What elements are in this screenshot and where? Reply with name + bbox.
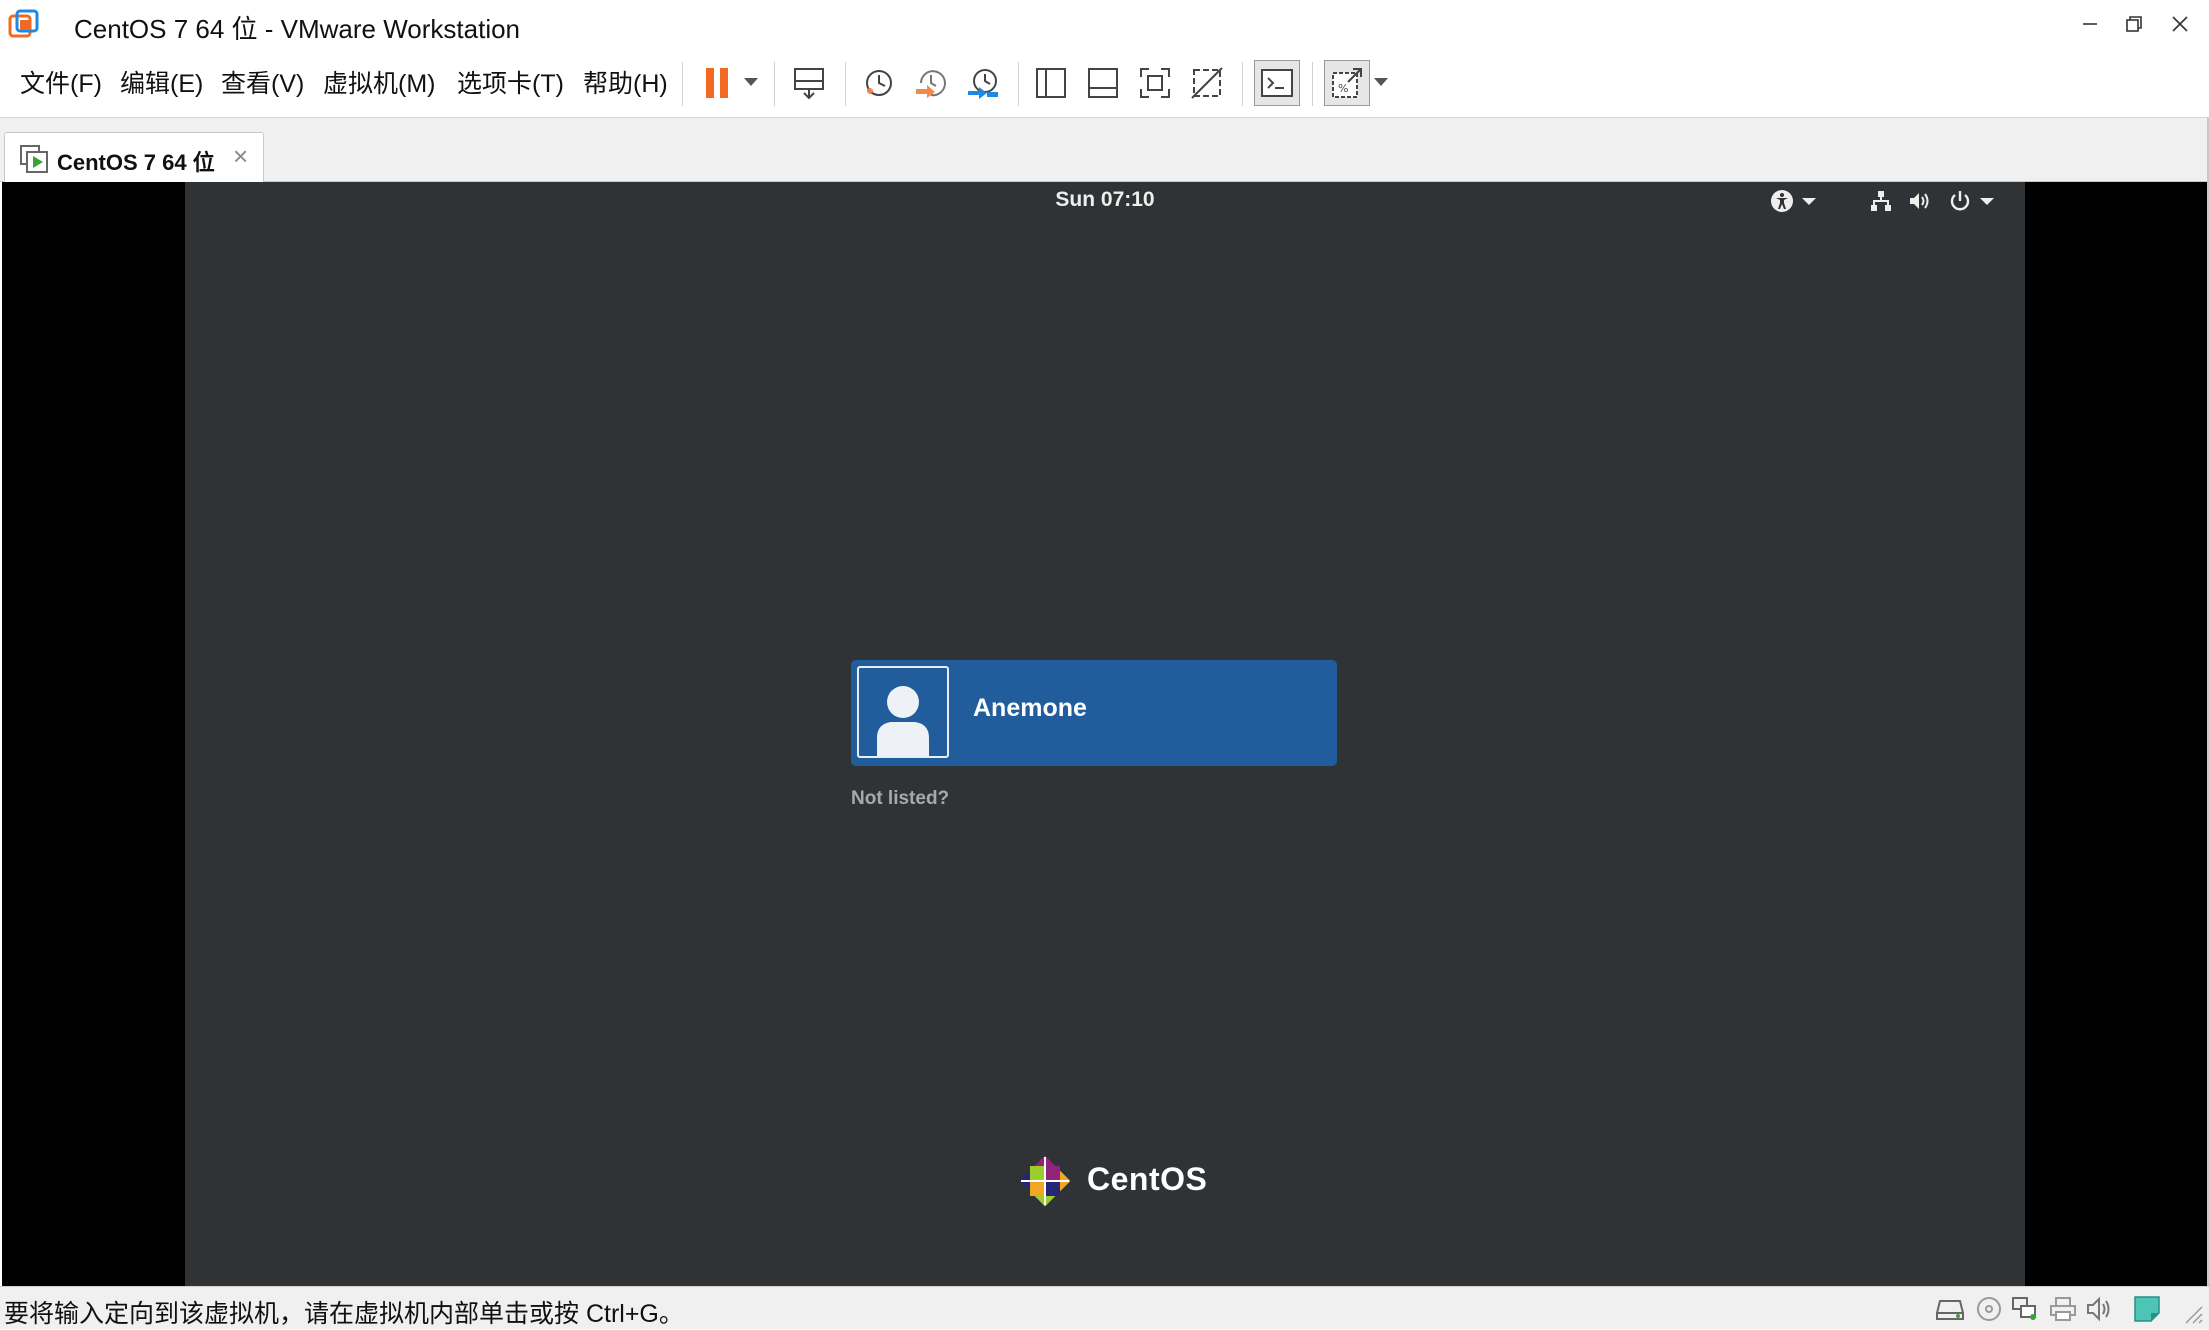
pause-dropdown-arrow[interactable] bbox=[744, 78, 758, 86]
centos-logo-icon bbox=[1019, 1155, 1071, 1207]
power-menu[interactable] bbox=[1948, 188, 1994, 214]
close-icon bbox=[2172, 16, 2188, 32]
hard-disk-icon bbox=[1936, 1300, 1964, 1320]
menu-edit[interactable]: 编辑(E) bbox=[120, 64, 203, 100]
user-list-item[interactable]: Anemone bbox=[851, 660, 1337, 766]
menu-file[interactable]: 文件(F) bbox=[20, 64, 102, 100]
minimize-icon bbox=[2083, 23, 2097, 25]
pause-button[interactable] bbox=[694, 60, 740, 106]
toolbar-separator bbox=[1312, 62, 1313, 106]
network-adapter-icon bbox=[2012, 1297, 2036, 1320]
revert-snapshot-button[interactable] bbox=[908, 60, 954, 106]
unity-icon bbox=[1191, 67, 1223, 99]
vmware-logo-icon bbox=[8, 9, 39, 38]
not-listed-link[interactable]: Not listed? bbox=[851, 788, 949, 810]
printer-status[interactable] bbox=[2048, 1295, 2078, 1323]
network-wired-icon bbox=[1871, 191, 1891, 211]
snapshot-manager-icon bbox=[968, 69, 998, 99]
centos-brand: CentOS bbox=[1013, 1149, 1213, 1213]
toolbar-separator bbox=[1242, 62, 1243, 106]
stretch-guest-icon: % bbox=[1332, 68, 1362, 98]
gnome-login-screen[interactable]: Sun 07:10 Anemone Not listed? CentOS bbox=[185, 182, 2025, 1286]
snapshot-icon bbox=[866, 70, 892, 96]
user-name: Anemone bbox=[973, 694, 1087, 722]
library-button[interactable] bbox=[1028, 60, 1074, 106]
menu-vm[interactable]: 虚拟机(M) bbox=[323, 64, 435, 100]
close-button[interactable] bbox=[2158, 6, 2202, 42]
sound-card-status[interactable] bbox=[2084, 1295, 2114, 1323]
cd-dvd-icon bbox=[1977, 1297, 2001, 1321]
menu-help[interactable]: 帮助(H) bbox=[583, 64, 668, 100]
cd-dvd-status[interactable] bbox=[1974, 1295, 2004, 1323]
minimize-button[interactable] bbox=[2068, 6, 2112, 42]
stretch-guest-button[interactable]: % bbox=[1324, 60, 1370, 106]
send-keys-icon bbox=[794, 68, 824, 100]
menu-toolbar: 文件(F) 编辑(E) 查看(V) 虚拟机(M) 选项卡(T) 帮助(H) % bbox=[0, 48, 2209, 118]
svg-text:%: % bbox=[1338, 82, 1348, 95]
stretch-dropdown-arrow[interactable] bbox=[1374, 78, 1388, 86]
tab-centos[interactable]: CentOS 7 64 位 × bbox=[4, 132, 264, 182]
hard-disk-status[interactable] bbox=[1936, 1295, 1966, 1323]
user-avatar-icon bbox=[877, 686, 929, 756]
unity-button[interactable] bbox=[1184, 60, 1230, 106]
console-view-icon bbox=[1261, 69, 1293, 97]
window-title: CentOS 7 64 位 - VMware Workstation bbox=[74, 14, 521, 44]
chevron-down-icon bbox=[1802, 197, 1816, 205]
volume-icon bbox=[1910, 193, 1929, 209]
thumbnail-bar-icon bbox=[1088, 68, 1118, 98]
toolbar-separator bbox=[845, 62, 846, 106]
network-adapter-status[interactable] bbox=[2010, 1295, 2040, 1323]
restore-button[interactable] bbox=[2112, 6, 2156, 42]
library-icon bbox=[1036, 68, 1066, 98]
printer-icon bbox=[2050, 1297, 2076, 1321]
sound-card-icon bbox=[2087, 1296, 2110, 1322]
centos-wordmark: CentOS bbox=[1087, 1161, 1208, 1197]
resize-grip-icon[interactable] bbox=[2180, 1301, 2204, 1325]
power-icon bbox=[1950, 191, 1970, 211]
revert-snapshot-icon bbox=[916, 70, 946, 98]
send-keys-button[interactable] bbox=[786, 60, 832, 106]
message-log-button[interactable] bbox=[2132, 1295, 2162, 1323]
thumbnail-bar-button[interactable] bbox=[1080, 60, 1126, 106]
top-bar-clock[interactable]: Sun 07:10 bbox=[185, 188, 2025, 212]
snapshot-manager-button[interactable] bbox=[960, 60, 1006, 106]
vm-console[interactable]: Sun 07:10 Anemone Not listed? CentOS bbox=[2, 182, 2207, 1286]
full-screen-icon bbox=[1140, 68, 1170, 98]
tab-strip: CentOS 7 64 位 × bbox=[0, 118, 2209, 182]
toolbar-separator bbox=[682, 62, 683, 106]
title-bar: CentOS 7 64 位 - VMware Workstation bbox=[0, 0, 2209, 48]
full-screen-button[interactable] bbox=[1132, 60, 1178, 106]
status-message: 要将输入定向到该虚拟机，请在虚拟机内部单击或按 Ctrl+G。 bbox=[4, 1300, 684, 1328]
restore-icon bbox=[2126, 16, 2142, 32]
user-avatar bbox=[857, 666, 949, 758]
message-log-icon bbox=[2134, 1296, 2160, 1322]
volume-status[interactable] bbox=[1908, 188, 1932, 214]
accessibility-icon bbox=[1771, 190, 1793, 212]
network-status[interactable] bbox=[1869, 188, 1893, 214]
tab-close-button[interactable]: × bbox=[233, 143, 248, 169]
take-snapshot-button[interactable] bbox=[856, 60, 902, 106]
tab-label: CentOS 7 64 位 bbox=[57, 150, 215, 175]
menu-view[interactable]: 查看(V) bbox=[221, 64, 304, 100]
chevron-down-icon bbox=[1980, 197, 1994, 205]
toolbar-separator bbox=[774, 62, 775, 106]
accessibility-menu[interactable] bbox=[1770, 188, 1816, 214]
menu-tabs[interactable]: 选项卡(T) bbox=[457, 64, 564, 100]
toolbar-separator bbox=[1018, 62, 1019, 106]
console-view-button[interactable] bbox=[1254, 60, 1300, 106]
vm-tab-icon bbox=[20, 145, 48, 173]
status-bar: 要将输入定向到该虚拟机，请在虚拟机内部单击或按 Ctrl+G。 bbox=[0, 1286, 2209, 1329]
pause-icon bbox=[706, 68, 728, 98]
